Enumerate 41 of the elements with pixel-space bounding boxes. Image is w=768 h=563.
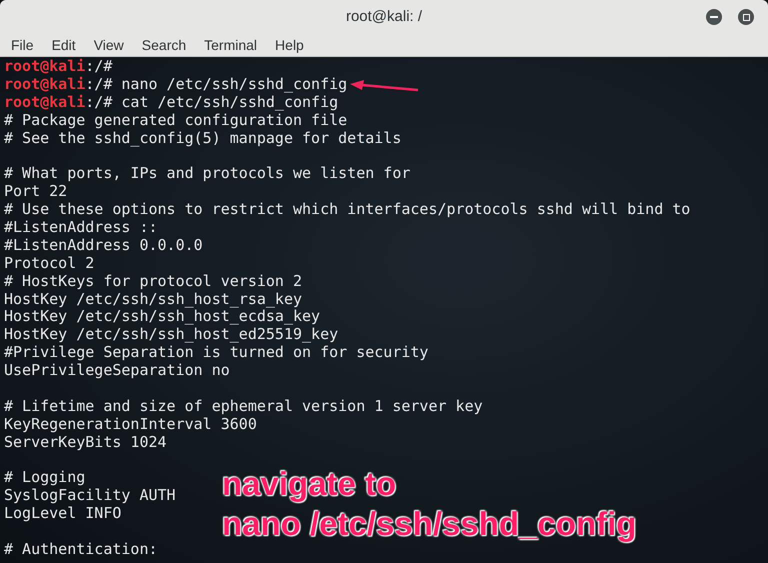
terminal-line: ServerKeyBits 1024 <box>4 432 167 451</box>
prompt-user: root@kali <box>4 74 86 93</box>
terminal-line: SyslogFacility AUTH <box>4 486 176 504</box>
terminal-line: # Lifetime and size of ephemeral version 1 server key <box>4 396 483 415</box>
menu-item[interactable]: Edit <box>42 34 85 56</box>
command-text: nano /etc/ssh/sshd_config <box>121 74 348 93</box>
minimize-button[interactable] <box>706 9 722 25</box>
menu-item[interactable]: Help <box>266 34 313 56</box>
menu-item[interactable]: View <box>84 34 133 56</box>
terminal-line: Port 22 <box>4 182 68 200</box>
prompt-user: root@kali <box>4 92 86 111</box>
terminal-line: HostKey /etc/ssh/ssh_host_ed25519_key <box>4 325 338 344</box>
menu-item[interactable]: Search <box>132 34 196 56</box>
terminal-line: HostKey /etc/ssh/ssh_host_ecdsa_key <box>4 307 320 326</box>
terminal-line: # Use these options to restrict which interfaces/protocols sshd will bind to <box>4 200 690 218</box>
window-title: root@kali: / <box>346 6 422 27</box>
terminal-line: # HostKeys for protocol version 2 <box>4 272 302 290</box>
menu-item[interactable]: Terminal <box>195 34 266 56</box>
terminal-line: KeyRegenerationInterval 3600 <box>4 414 257 433</box>
annotation-caption: nano /etc/ssh/sshd_config <box>222 505 636 543</box>
terminal-line: HostKey /etc/ssh/ssh_host_rsa_key <box>4 290 302 308</box>
terminal-line: #ListenAddress 0.0.0.0 <box>4 236 203 254</box>
terminal-line: # Package generated configuration file <box>4 110 348 129</box>
terminal-line: #Privilege Separation is turned on for security <box>4 343 428 362</box>
terminal-line: # See the sshd_config(5) manpage for details <box>4 128 402 147</box>
terminal-line: #ListenAddress :: <box>4 218 158 236</box>
prompt-path: :/# <box>85 57 112 75</box>
annotation-caption: navigate to <box>222 465 398 503</box>
terminal-line: LogLevel INFO <box>4 504 122 522</box>
prompt-user: root@kali <box>4 57 86 75</box>
arrow-annotation <box>348 80 420 94</box>
prompt-path: :/# <box>85 74 112 93</box>
terminal-line: # Authentication: <box>4 540 158 558</box>
menu-item[interactable]: File <box>2 34 43 56</box>
prompt-path: :/# <box>85 92 112 111</box>
terminal-line: # Logging <box>4 468 86 486</box>
command-text: cat /etc/ssh/sshd_config <box>121 92 338 111</box>
maximize-button[interactable] <box>738 9 754 25</box>
terminal-line: UsePrivilegeSeparation no <box>4 361 230 380</box>
terminal-line: # What ports, IPs and protocols we listen for <box>4 164 410 182</box>
terminal-line: Protocol 2 <box>4 254 94 272</box>
